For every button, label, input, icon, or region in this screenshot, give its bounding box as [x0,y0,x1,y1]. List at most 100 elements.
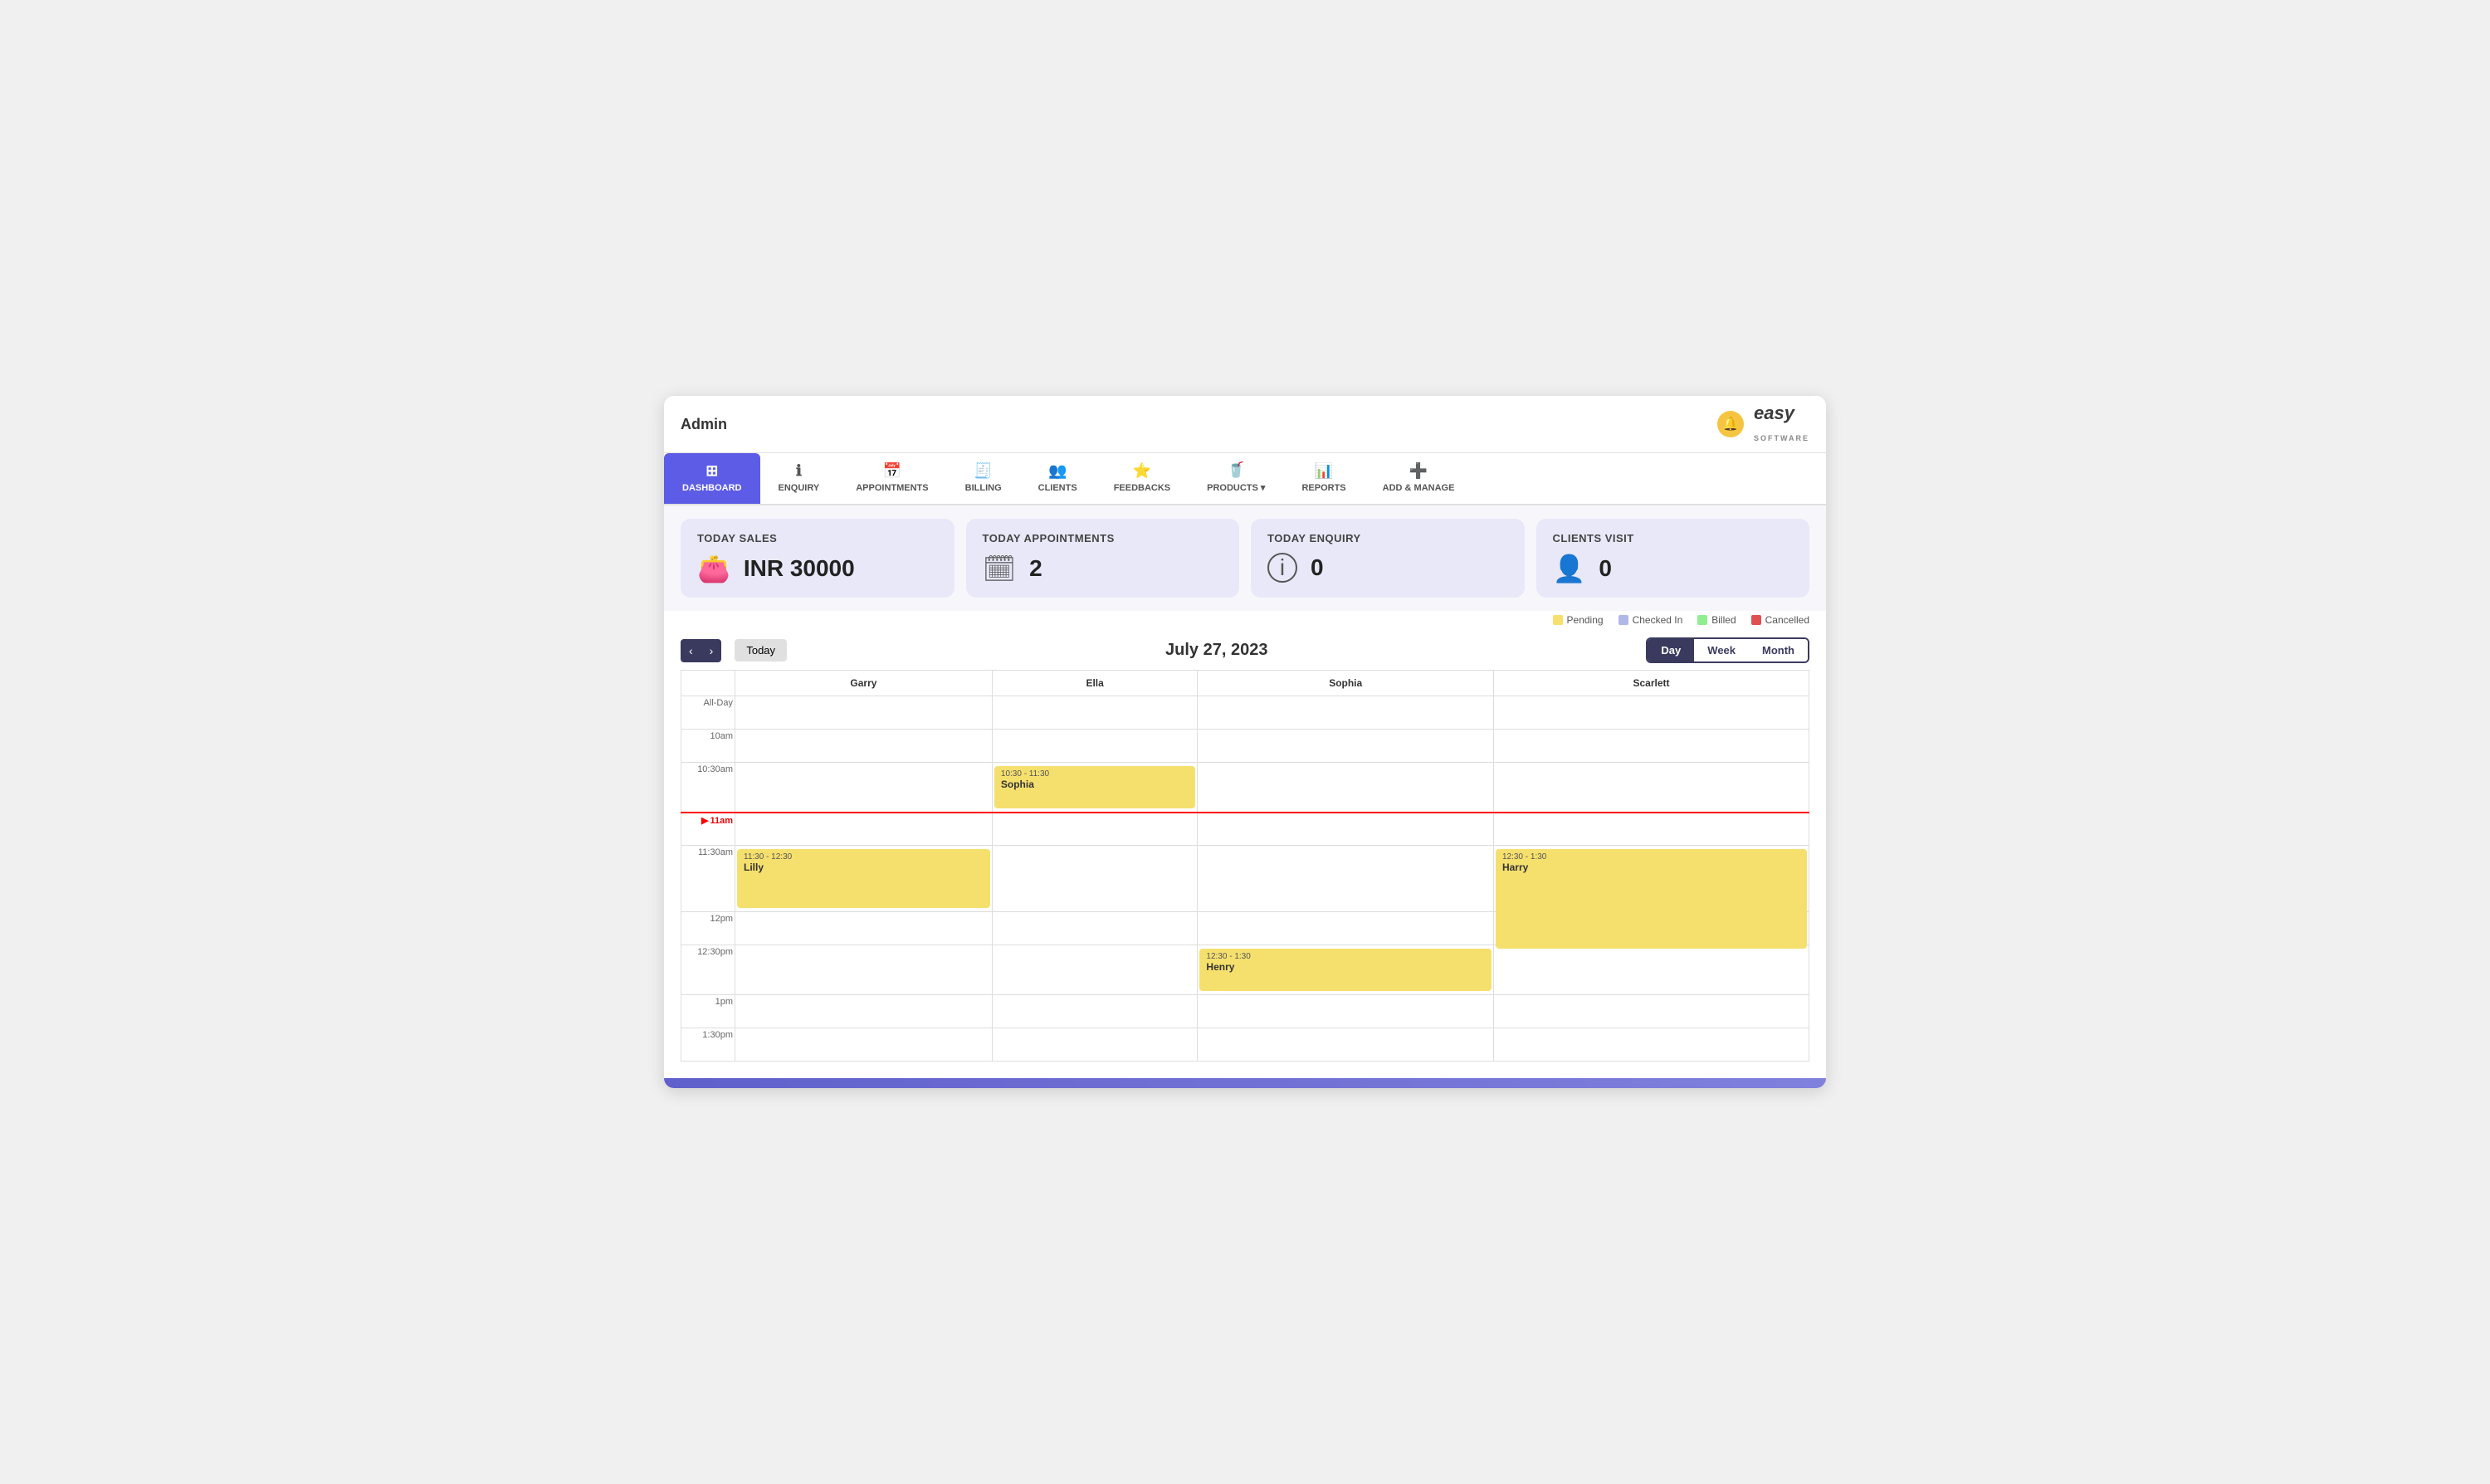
cell-all-day-ella [992,696,1198,730]
cell-1pm-garry [735,995,993,1028]
time-10am: 10am [681,730,735,763]
legend-checked-in: Checked In [1618,614,1683,626]
view-buttons: Day Week Month [1646,637,1809,663]
appointment-name: Harry [1502,862,1800,873]
bottom-gradient-bar [664,1078,1826,1088]
billed-dot [1697,615,1707,625]
appointment-time: 12:30 - 1:30 [1206,952,1485,961]
cell-1-30pm-garry [735,1028,993,1062]
nav-item-appointments[interactable]: 📅 APPOINTMENTS [837,453,946,504]
add-manage-icon: ➕ [1409,462,1428,480]
clients-icon: 👥 [1048,462,1067,480]
time-column-header [681,671,735,696]
time-10-30am: 10:30am [681,763,735,813]
notification-bell-icon[interactable]: 🔔 [1717,411,1744,437]
row-12-30pm: 12:30pm 12:30 - 1:30 Henry [681,945,1809,995]
appointment-henry-sophia[interactable]: 12:30 - 1:30 Henry [1199,949,1492,991]
cell-10am-ella [992,730,1198,763]
legend-row: Pending Checked In Billed Cancelled [664,611,1826,631]
cell-11-30am-sophia [1198,846,1494,912]
time-12pm: 12pm [681,912,735,945]
prev-next-buttons: ‹ › [681,639,721,662]
appointment-time: 12:30 - 1:30 [1502,852,1800,862]
cell-12pm-scarlett [1493,912,1809,945]
prev-button[interactable]: ‹ [681,639,701,662]
next-button[interactable]: › [701,639,722,662]
nav-item-add-manage[interactable]: ➕ ADD & MANAGE [1365,453,1473,504]
nav-bar: ⊞ DASHBOARD ℹ ENQUIRY 📅 APPOINTMENTS 🧾 B… [664,453,1826,505]
today-enquiry-value: 0 [1311,554,1324,581]
nav-item-clients[interactable]: 👥 CLIENTS [1020,453,1096,504]
cell-11am-ella [992,813,1198,846]
cell-12pm-garry [735,912,993,945]
cell-1-30pm-scarlett [1493,1028,1809,1062]
cell-10am-scarlett [1493,730,1809,763]
person-icon: 👤 [1553,553,1586,584]
row-11-30am: 11:30am 11:30 - 12:30 Lilly 12:30 - 1:30… [681,846,1809,912]
stat-card-today-appointments: TODAY APPOINTMENTS 🗓 2 [966,519,1240,598]
cell-12-30pm-sophia[interactable]: 12:30 - 1:30 Henry [1198,945,1494,995]
cancelled-dot [1751,615,1761,625]
all-day-row: All-Day [681,696,1809,730]
today-enquiry-title: TODAY ENQUIRY [1267,532,1508,544]
nav-item-products[interactable]: 🥤 PRODUCTS ▾ [1189,453,1283,504]
cell-12pm-sophia [1198,912,1494,945]
cell-12-30pm-scarlett [1493,945,1809,995]
row-10am: 10am [681,730,1809,763]
today-appointments-value: 2 [1029,555,1042,582]
cell-1pm-sophia [1198,995,1494,1028]
cell-10-30am-scarlett [1493,763,1809,813]
clients-visit-title: CLIENTS VISIT [1553,532,1794,544]
row-12pm: 12pm [681,912,1809,945]
billed-label: Billed [1711,614,1736,626]
view-week-button[interactable]: Week [1694,639,1749,661]
cell-10-30am-sophia [1198,763,1494,813]
stat-card-today-sales: TODAY SALES 👛 INR 30000 [681,519,954,598]
cell-12-30pm-garry [735,945,993,995]
cell-all-day-scarlett [1493,696,1809,730]
legend-billed: Billed [1697,614,1736,626]
legend-pending: Pending [1553,614,1604,626]
appointments-icon: 📅 [883,462,901,480]
today-sales-value: INR 30000 [744,555,855,582]
appointment-time: 11:30 - 12:30 [744,852,984,862]
current-time-arrow: ▶ [701,816,708,826]
time-11-30am: 11:30am [681,846,735,912]
appointment-name: Lilly [744,862,984,873]
time-1-30pm: 1:30pm [681,1028,735,1062]
appointment-lilly-garry[interactable]: 11:30 - 12:30 Lilly [737,849,990,908]
nav-item-billing[interactable]: 🧾 BILLING [947,453,1020,504]
nav-item-dashboard[interactable]: ⊞ DASHBOARD [664,453,760,504]
calendar-controls: ‹ › Today July 27, 2023 Day Week Month [664,631,1826,670]
cell-1pm-ella [992,995,1198,1028]
today-sales-content: 👛 INR 30000 [697,553,938,584]
appointment-sophia-ella[interactable]: 10:30 - 11:30 Sophia [994,766,1196,808]
cell-10am-sophia [1198,730,1494,763]
enquiry-icon: ℹ [796,462,802,480]
view-month-button[interactable]: Month [1749,639,1808,661]
wallet-icon: 👛 [697,553,730,584]
products-icon: 🥤 [1227,461,1245,479]
top-bar-right: 🔔 easy SOFTWARE [1717,403,1809,446]
cell-11am-sophia [1198,813,1494,846]
cell-10-30am-garry [735,763,993,813]
appointment-time: 10:30 - 11:30 [1001,769,1189,779]
cell-10-30am-ella[interactable]: 10:30 - 11:30 Sophia [992,763,1198,813]
stat-card-today-enquiry: TODAY ENQUIRY i 0 [1251,519,1525,598]
info-circle-icon: i [1267,553,1297,583]
today-sales-title: TODAY SALES [697,532,938,544]
nav-item-feedbacks[interactable]: ⭐ FEEDBACKS [1096,453,1189,504]
nav-item-enquiry[interactable]: ℹ ENQUIRY [760,453,838,504]
cell-11-30am-scarlett[interactable]: 12:30 - 1:30 Harry [1493,846,1809,912]
legend-cancelled: Cancelled [1751,614,1809,626]
view-day-button[interactable]: Day [1648,639,1694,661]
pending-label: Pending [1567,614,1604,626]
nav-item-reports[interactable]: 📊 REPORTS [1283,453,1364,504]
calendar-refresh-icon: 🗓 [983,553,1017,584]
column-header-sophia: Sophia [1198,671,1494,696]
today-button[interactable]: Today [735,639,787,661]
row-11am: ▶11am [681,813,1809,846]
cell-11-30am-garry[interactable]: 11:30 - 12:30 Lilly [735,846,993,912]
cell-all-day-garry [735,696,993,730]
cell-1pm-scarlett [1493,995,1809,1028]
